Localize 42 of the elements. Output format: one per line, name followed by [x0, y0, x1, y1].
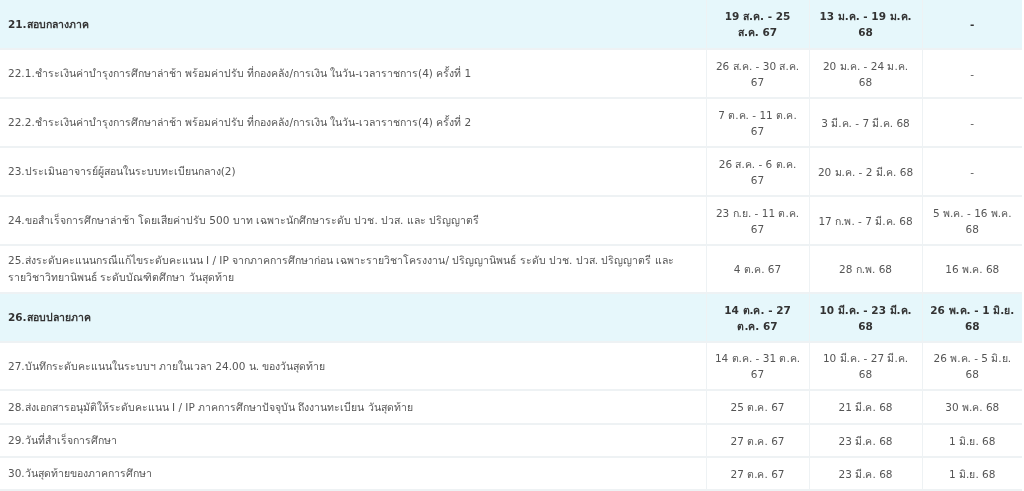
date-cell: 20 ม.ค. - 2 มี.ค. 68	[809, 147, 922, 196]
date-cell: 23 มี.ค. 68	[809, 424, 922, 457]
date-cell: 23 มี.ค. 68	[809, 457, 922, 490]
date-cell: 27 ต.ค. 67	[706, 457, 809, 490]
date-cell: 5 พ.ค. - 16 พ.ค. 68	[922, 196, 1022, 245]
event-label: 30.วันสุดท้ายของภาคการศึกษา	[0, 457, 706, 490]
event-label: 29.วันที่สำเร็จการศึกษา	[0, 424, 706, 457]
date-cell: 25 ต.ค. 67	[706, 390, 809, 424]
date-cell: 16 พ.ค. 68	[922, 245, 1022, 293]
date-cell: 17 ก.พ. - 7 มี.ค. 68	[809, 196, 922, 245]
event-label: 25.ส่งระดับคะแนนกรณีแก้ไขระดับคะแนน I / IP จากภาคการศึกษาก่อน เฉพาะรายวิชาโครงงาน/ ปริญญานิพนธ์ ระดับ ปวช. ปวส. ปริญญาตรี และรายวิชาวิทยานิพนธ์ ระดับบัณฑิตศึกษา วันสุดท้าย	[0, 245, 706, 293]
date-cell: -	[922, 147, 1022, 196]
date-cell: 14 ต.ค. - 31 ต.ค. 67	[706, 342, 809, 390]
event-label: 22.1.ชำระเงินค่าบำรุงการศึกษาล่าช้า พร้อมค่าปรับ ที่กองคลัง/การเงิน ในวัน-เวลาราชการ(4) ครั้งที่ 1	[0, 49, 706, 98]
date-cell: 1 มิ.ย. 68	[922, 457, 1022, 490]
event-label: 23.ประเมินอาจารย์ผู้สอนในระบบทะเบียนกลาง(2)	[0, 147, 706, 196]
date-cell: 26 พ.ค. - 1 มิ.ย. 68	[922, 293, 1022, 342]
event-label: 28.ส่งเอกสารอนุมัติให้ระดับคะแนน I / IP ภาคการศึกษาปัจจุบัน ถึงงานทะเบียน วันสุดท้าย	[0, 390, 706, 424]
date-cell: 3 มี.ค. - 7 มี.ค. 68	[809, 98, 922, 147]
date-cell: -	[922, 0, 1022, 49]
date-cell: -	[922, 98, 1022, 147]
event-label: 27.บันทึกระดับคะแนนในระบบฯ ภายในเวลา 24.00 น. ของวันสุดท้าย	[0, 342, 706, 390]
event-label: 22.2.ชำระเงินค่าบำรุงการศึกษาล่าช้า พร้อมค่าปรับ ที่กองคลัง/การเงิน ในวัน-เวลาราชการ(4) ครั้งที่ 2	[0, 98, 706, 147]
date-cell: -	[922, 49, 1022, 98]
date-cell: 21 มี.ค. 68	[809, 390, 922, 424]
date-cell: 26 พ.ค. - 5 มิ.ย. 68	[922, 342, 1022, 390]
date-cell: 19 ส.ค. - 25 ส.ค. 67	[706, 0, 809, 49]
date-cell: 20 ม.ค. - 24 ม.ค. 68	[809, 49, 922, 98]
date-cell: 14 ต.ค. - 27 ต.ค. 67	[706, 293, 809, 342]
date-cell: 10 มี.ค. - 27 มี.ค. 68	[809, 342, 922, 390]
date-cell: 23 ก.ย. - 11 ต.ค. 67	[706, 196, 809, 245]
date-cell: 7 ต.ค. - 11 ต.ค. 67	[706, 98, 809, 147]
date-cell: 4 ต.ค. 67	[706, 245, 809, 293]
date-cell: 26 ส.ค. - 30 ส.ค. 67	[706, 49, 809, 98]
date-cell: 10 มี.ค. - 23 มี.ค. 68	[809, 293, 922, 342]
date-cell: 28 ก.พ. 68	[809, 245, 922, 293]
date-cell: 26 ส.ค. - 6 ต.ค. 67	[706, 147, 809, 196]
date-cell: 27 ต.ค. 67	[706, 424, 809, 457]
date-cell: 13 ม.ค. - 19 ม.ค. 68	[809, 0, 922, 49]
event-label: 24.ขอสำเร็จการศึกษาล่าช้า โดยเสียค่าปรับ 500 บาท เฉพาะนักศึกษาระดับ ปวช. ปวส. และ ปริญญาตรี	[0, 196, 706, 245]
date-cell: 1 มิ.ย. 68	[922, 424, 1022, 457]
date-cell: 30 พ.ค. 68	[922, 390, 1022, 424]
